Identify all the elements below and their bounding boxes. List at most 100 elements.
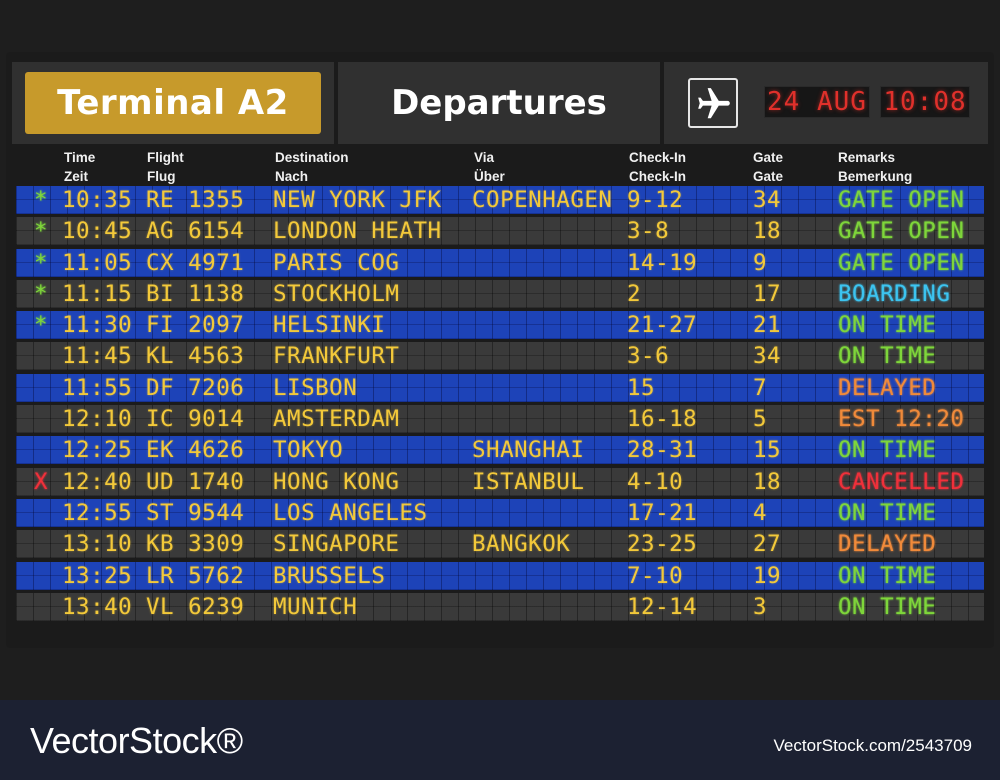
- flight-checkin: 15: [627, 374, 656, 401]
- flight-gate: 19: [753, 562, 782, 589]
- flight-checkin: 16-18: [627, 406, 698, 433]
- flight-destination: SINGAPORE: [273, 531, 400, 558]
- flight-gate: 34: [753, 343, 782, 370]
- flight-destination: MUNICH: [273, 593, 358, 620]
- flight-remark: BOARDING: [838, 280, 951, 307]
- flight-remark: ON TIME: [838, 312, 937, 339]
- flight-number: KL 4563: [146, 343, 245, 370]
- flight-time: 12:40: [62, 468, 133, 495]
- table-row: * 11:30 FI 2097 HELSINKI 21-27 21 ON TIME: [16, 311, 984, 340]
- table-row: 12:25 EK 4626 TOKYO SHANGHAI 28-31 15 ON TIME: [16, 436, 984, 465]
- flight-destination: LONDON HEATH: [273, 218, 442, 245]
- flight-number: RE 1355: [146, 187, 245, 213]
- header-flight: Flight Flug: [147, 150, 184, 184]
- flights-table: * 10:35 RE 1355 NEW YORK JFK COPENHAGEN 9-12 3…: [16, 186, 984, 624]
- flight-time: 11:15: [62, 280, 133, 307]
- header-remarks: Remarks Bemerkung: [838, 150, 913, 184]
- flight-remark: GATE OPEN: [838, 249, 965, 276]
- footer: VectorStock® VectorStock.com/2543709: [0, 700, 1000, 780]
- header-via: Via Über: [474, 150, 505, 184]
- flight-checkin: 12-14: [627, 593, 698, 620]
- flight-remark: ON TIME: [838, 499, 937, 526]
- flight-time: 12:55: [62, 499, 133, 526]
- flight-gate: 3: [753, 593, 768, 620]
- flight-status-flag: [32, 342, 50, 370]
- clock-panel: 24 AUG 10:08: [664, 62, 988, 144]
- flight-gate: 18: [753, 218, 782, 245]
- flight-status-flag: *: [33, 249, 49, 276]
- table-row: * 11:05 CX 4971 PARIS COG 14-19 9 GATE OPEN: [16, 248, 984, 277]
- column-headers: Time Zeit Flight Flug Destination Nach Via Ü…: [6, 148, 994, 186]
- flight-number: UD 1740: [146, 468, 245, 495]
- flight-time: 13:25: [62, 562, 133, 589]
- flight-destination: HELSINKI: [273, 312, 386, 339]
- flight-remark: DELAYED: [838, 374, 937, 401]
- flight-status-flag: [32, 499, 50, 527]
- flight-number: IC 9014: [146, 406, 245, 433]
- flight-checkin: 2: [627, 280, 642, 307]
- table-row: 13:10 KB 3309 SINGAPORE BANGKOK 23-25 27 DELAY…: [16, 530, 984, 559]
- terminal-panel: Terminal A2: [12, 62, 334, 144]
- flight-time: 13:40: [62, 593, 133, 620]
- flight-remark: GATE OPEN: [838, 187, 965, 213]
- flight-gate: 7: [753, 374, 768, 401]
- flight-checkin: 3-6: [627, 343, 670, 370]
- flight-gate: 34: [753, 187, 782, 213]
- flight-checkin: 14-19: [627, 249, 698, 276]
- table-row: X 12:40 UD 1740 HONG KONG ISTANBUL 4-10 18 CANC…: [16, 467, 984, 496]
- flight-remark: ON TIME: [838, 562, 937, 589]
- header-checkin: Check-In Check-In: [629, 150, 687, 184]
- date-display: 24 AUG: [764, 86, 870, 118]
- flight-status-flag: [32, 593, 50, 621]
- flight-gate: 4: [753, 499, 768, 526]
- page-title: Departures: [391, 83, 607, 123]
- image-id: VectorStock.com/2543709: [773, 736, 972, 755]
- flight-status-flag: *: [33, 218, 49, 245]
- table-row: * 11:15 BI 1138 STOCKHOLM 2 17 BOARDING: [16, 279, 984, 308]
- flight-checkin: 3-8: [627, 218, 670, 245]
- flight-destination: LOS ANGELES: [273, 499, 428, 526]
- flight-remark: EST 12:20: [838, 406, 965, 433]
- flight-number: DF 7206: [146, 374, 245, 401]
- title-panel: Departures: [338, 62, 660, 144]
- flight-gate: 27: [753, 531, 782, 558]
- flight-via: ISTANBUL: [472, 468, 585, 495]
- flight-checkin: 21-27: [627, 312, 698, 339]
- flight-destination: STOCKHOLM: [273, 280, 400, 307]
- flight-via: SHANGHAI: [472, 437, 585, 464]
- flight-number: LR 5762: [146, 562, 245, 589]
- flight-remark: CANCELLED: [838, 468, 965, 495]
- flight-destination: PARIS COG: [273, 249, 400, 276]
- flight-destination: HONG KONG: [273, 468, 400, 495]
- flight-via: COPENHAGEN: [472, 187, 613, 213]
- departures-board: Terminal A2 Departures 24 AUG 10:08 Time…: [6, 52, 994, 648]
- table-row: 12:10 IC 9014 AMSTERDAM 16-18 5 EST 12:20: [16, 405, 984, 434]
- flight-number: ST 9544: [146, 499, 245, 526]
- flight-status-flag: [32, 530, 50, 558]
- flight-number: VL 6239: [146, 593, 245, 620]
- flight-gate: 15: [753, 437, 782, 464]
- flight-gate: 17: [753, 280, 782, 307]
- table-row: 13:25 LR 5762 BRUSSELS 7-10 19 ON TIME: [16, 561, 984, 590]
- flight-checkin: 28-31: [627, 437, 698, 464]
- flight-checkin: 9-12: [627, 187, 684, 213]
- flight-time: 11:45: [62, 343, 133, 370]
- flight-remark: ON TIME: [838, 437, 937, 464]
- flight-gate: 9: [753, 249, 768, 276]
- flight-time: 11:55: [62, 374, 133, 401]
- flight-destination: TOKYO: [273, 437, 344, 464]
- flight-time: 10:35: [62, 187, 133, 213]
- flight-number: AG 6154: [146, 218, 245, 245]
- header-destination: Destination Nach: [275, 150, 349, 184]
- flight-status-flag: X: [33, 468, 49, 495]
- flight-status-flag: *: [33, 187, 49, 213]
- table-row: * 10:45 AG 6154 LONDON HEATH 3-8 18 GATE OPEN: [16, 217, 984, 246]
- table-row: 11:45 KL 4563 FRANKFURT 3-6 34 ON TIME: [16, 342, 984, 371]
- flight-status-flag: [32, 436, 50, 464]
- flight-remark: ON TIME: [838, 343, 937, 370]
- flight-number: EK 4626: [146, 437, 245, 464]
- flight-time: 11:05: [62, 249, 133, 276]
- flight-status-flag: [32, 405, 50, 433]
- flight-remark: ON TIME: [838, 593, 937, 620]
- flight-remark: DELAYED: [838, 531, 937, 558]
